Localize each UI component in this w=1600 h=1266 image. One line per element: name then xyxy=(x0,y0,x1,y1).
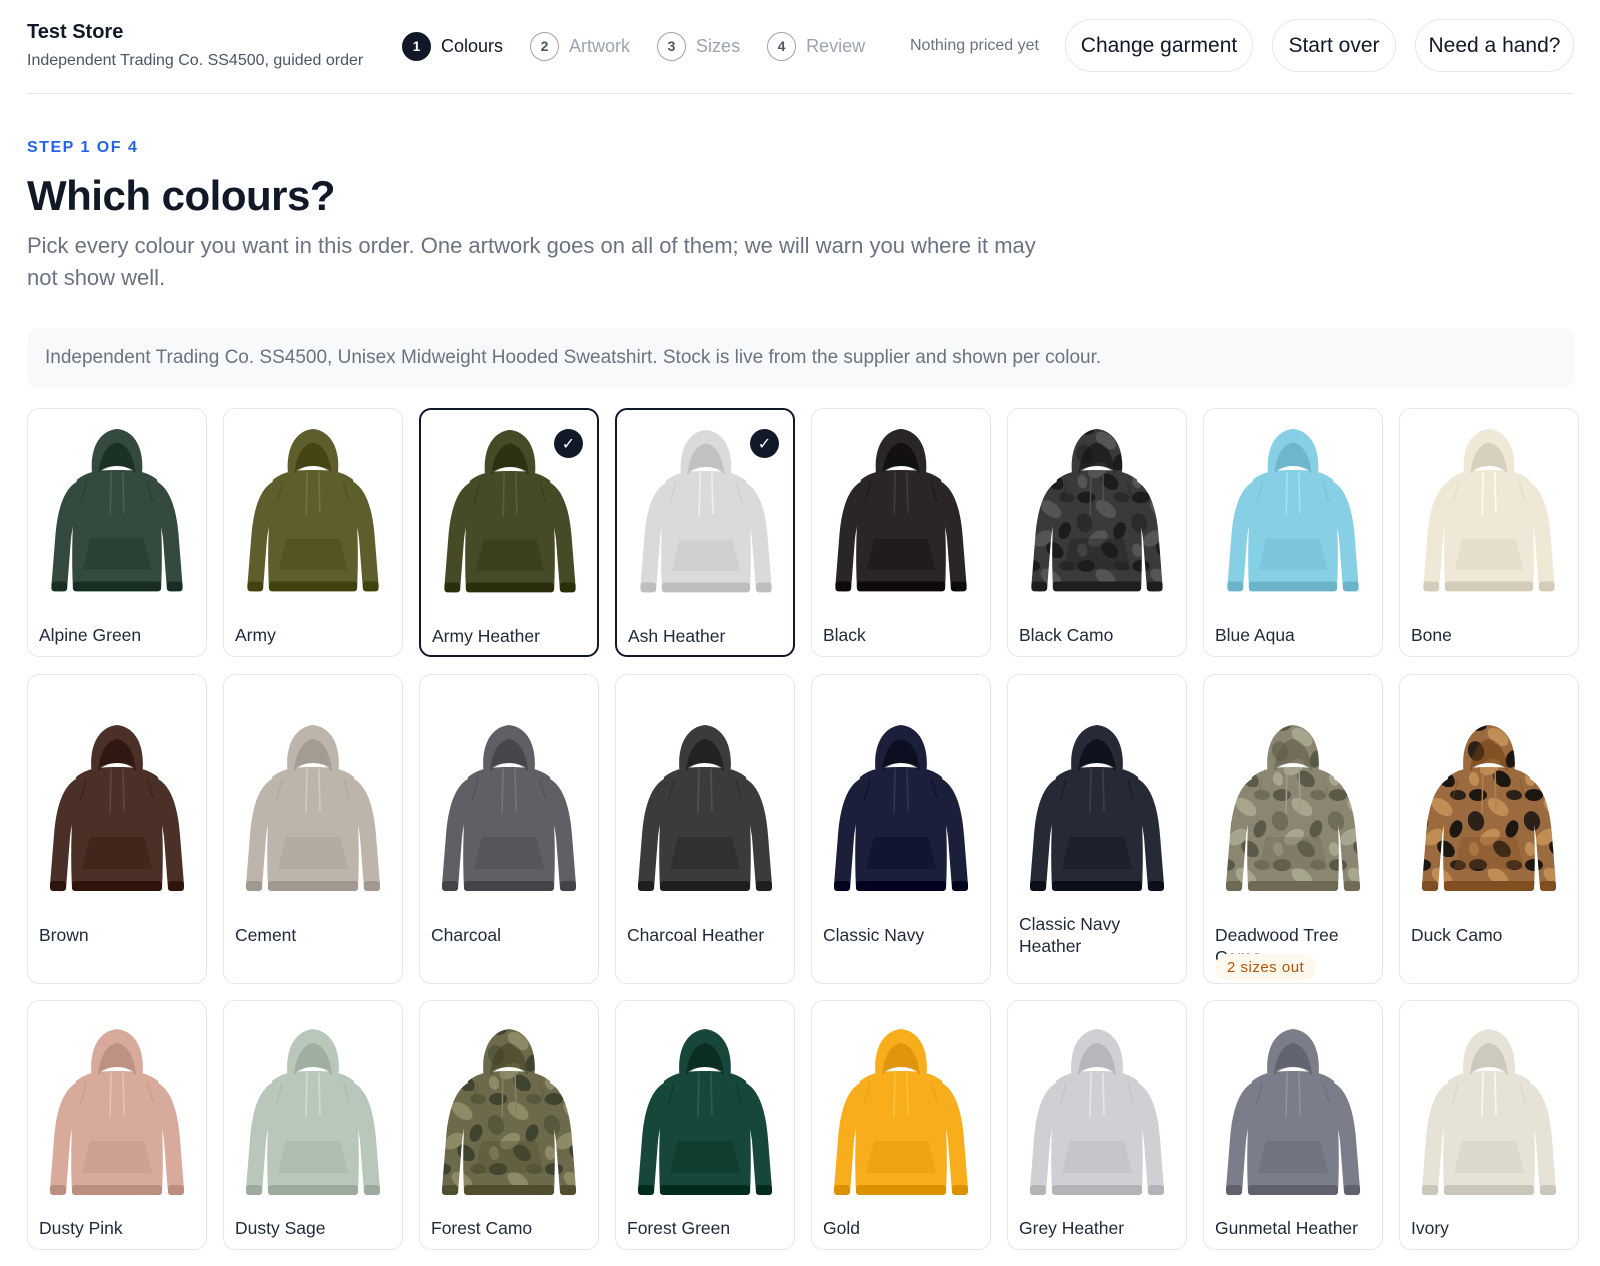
colour-name: Classic Navy xyxy=(823,925,925,945)
colour-name: Cement xyxy=(235,925,297,945)
hoodie-image xyxy=(628,703,782,921)
hoodie-image xyxy=(40,421,194,607)
colour-name: Ivory xyxy=(1411,1218,1449,1238)
hoodie-image xyxy=(1020,703,1174,921)
hoodie-image xyxy=(40,703,194,921)
colour-card[interactable]: Ivory xyxy=(1399,1000,1579,1250)
garment-info-text: Independent Trading Co. SS4500, Unisex M… xyxy=(45,347,1102,368)
colour-name: Bone xyxy=(1411,625,1452,645)
hoodie-image xyxy=(236,421,390,607)
step-number: 3 xyxy=(657,31,687,61)
colour-card[interactable]: Gold xyxy=(811,1000,991,1250)
colour-name: Grey Heather xyxy=(1019,1218,1125,1238)
hoodie-image xyxy=(236,703,390,921)
colour-name: Forest Green xyxy=(627,1218,731,1238)
colour-name: Black xyxy=(823,625,866,645)
step-indicator: STEP 1 OF 4 xyxy=(27,139,139,156)
hoodie-image xyxy=(1216,421,1370,607)
start-over-button[interactable]: Start over xyxy=(1272,19,1396,72)
step-label: Colours xyxy=(441,35,504,56)
page-description: Pick every colour you want in this order… xyxy=(27,233,1036,290)
colour-card[interactable]: Alpine Green xyxy=(27,408,207,657)
help-button[interactable]: Need a hand? xyxy=(1415,19,1574,72)
step-colours[interactable]: 1 Colours xyxy=(402,31,504,61)
colour-name: Black Camo xyxy=(1019,625,1114,645)
colour-card[interactable]: Duck Camo xyxy=(1399,674,1579,984)
colour-name: Army Heather xyxy=(432,626,540,646)
colour-card[interactable]: Army xyxy=(223,408,403,657)
hoodie-image xyxy=(1412,421,1566,607)
change-garment-button[interactable]: Change garment xyxy=(1065,19,1253,72)
store-subtitle: Independent Trading Co. SS4500, guided o… xyxy=(27,52,364,69)
step-number: 2 xyxy=(530,31,560,61)
colour-card[interactable]: Ash Heather ✓ xyxy=(615,408,795,657)
colour-name: Duck Camo xyxy=(1411,925,1503,945)
store-name: Test Store xyxy=(27,21,124,43)
colour-card[interactable]: Forest Green xyxy=(615,1000,795,1250)
step-number: 1 xyxy=(402,31,431,61)
colour-name: Dusty Pink xyxy=(39,1218,123,1238)
colour-card[interactable]: Brown xyxy=(27,674,207,984)
hoodie-image xyxy=(824,1019,978,1213)
colour-name: Brown xyxy=(39,925,89,945)
stock-badge: 2 sizes out xyxy=(1215,954,1317,980)
hoodie-image xyxy=(1020,1019,1174,1213)
colour-name: Charcoal Heather xyxy=(627,925,765,945)
colour-card[interactable]: Grey Heather xyxy=(1007,1000,1187,1250)
colour-name: Army xyxy=(235,625,276,645)
hoodie-image xyxy=(1412,703,1566,921)
hoodie-image xyxy=(824,703,978,921)
step-label: Review xyxy=(806,35,866,56)
colour-name: Charcoal xyxy=(431,925,502,945)
colour-name: Dusty Sage xyxy=(235,1218,326,1238)
page-title: Which colours? xyxy=(27,172,336,219)
colour-card[interactable]: Charcoal xyxy=(419,674,599,984)
step-review[interactable]: 4 Review xyxy=(767,31,866,61)
check-icon: ✓ xyxy=(554,429,583,458)
garment-info-banner: Independent Trading Co. SS4500, Unisex M… xyxy=(27,328,1574,388)
step-label: Artwork xyxy=(569,35,631,56)
colour-card[interactable]: Cement xyxy=(223,674,403,984)
step-sizes[interactable]: 3 Sizes xyxy=(657,31,741,61)
price-summary: Nothing priced yet xyxy=(910,37,1039,54)
colour-name: Forest Camo xyxy=(431,1218,533,1238)
step-progress: 1 Colours 2 Artwork 3 Sizes 4 Review xyxy=(402,31,892,61)
colour-card[interactable]: Bone xyxy=(1399,408,1579,657)
colour-name: Classic Navy Heather xyxy=(1019,914,1121,956)
hoodie-image xyxy=(824,421,978,607)
hoodie-image xyxy=(1216,1019,1370,1213)
check-icon: ✓ xyxy=(750,429,779,458)
colour-card[interactable]: Dusty Pink xyxy=(27,1000,207,1250)
colour-name: Alpine Green xyxy=(39,625,142,645)
colour-card[interactable]: Black Camo xyxy=(1007,408,1187,657)
colour-card[interactable]: Gunmetal Heather xyxy=(1203,1000,1383,1250)
colour-card[interactable]: Classic Navy xyxy=(811,674,991,984)
step-label: Sizes xyxy=(696,35,741,56)
hoodie-image xyxy=(1412,1019,1566,1213)
colour-name: Gunmetal Heather xyxy=(1215,1218,1358,1238)
colour-card[interactable]: Dusty Sage xyxy=(223,1000,403,1250)
top-bar: Test Store Independent Trading Co. SS450… xyxy=(27,18,1574,94)
colour-name: Gold xyxy=(823,1218,860,1238)
colour-card[interactable]: Blue Aqua xyxy=(1203,408,1383,657)
hoodie-image xyxy=(628,1019,782,1213)
hoodie-image xyxy=(40,1019,194,1213)
hoodie-image xyxy=(1020,421,1174,607)
colour-name: Blue Aqua xyxy=(1215,625,1295,645)
colour-card[interactable]: Black xyxy=(811,408,991,657)
colour-card[interactable]: Forest Camo xyxy=(419,1000,599,1250)
colour-card[interactable]: Deadwood Tree Camo2 sizes out xyxy=(1203,674,1383,984)
hoodie-image xyxy=(1216,703,1370,921)
hoodie-image xyxy=(236,1019,390,1213)
colour-card[interactable]: Classic Navy Heather xyxy=(1007,674,1187,984)
colour-card[interactable]: Army Heather ✓ xyxy=(419,408,599,657)
hoodie-image xyxy=(432,1019,586,1213)
colour-card[interactable]: Charcoal Heather xyxy=(615,674,795,984)
hoodie-image xyxy=(432,703,586,921)
step-artwork[interactable]: 2 Artwork xyxy=(530,31,631,61)
step-number: 4 xyxy=(767,31,797,61)
colour-name: Ash Heather xyxy=(628,626,726,646)
